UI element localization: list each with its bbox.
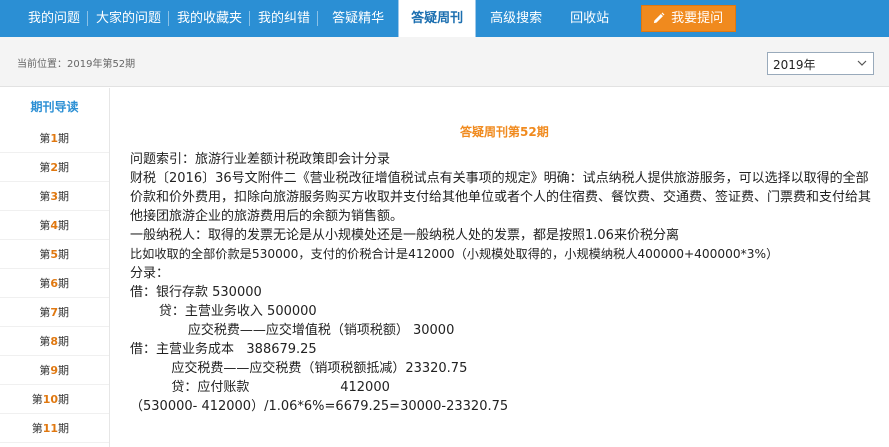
article-line: 借：主营业务成本 388679.25 [130, 342, 317, 357]
issue-sidebar: 期刊导读 第1期 第2期 第3期 第4期 第5期 第6期 第7期 第8期 第9期… [0, 88, 110, 447]
year-select[interactable]: 2019年 [767, 52, 874, 75]
article-line: 一般纳税人：取得的发票无论是从小规模处还是一般纳税人处的发票，都是按照1.06来… [130, 228, 679, 243]
ask-question-label: 我要提问 [671, 11, 724, 26]
sidebar-item-issue-1[interactable]: 第1期 [0, 124, 109, 153]
article-paragraph: 财税〔2016〕36号文附件二《营业税改征增值税试点有关事项的规定》明确：试点纳… [130, 171, 872, 224]
article-line: （530000- 412000）/1.06*6%=6679.25=30000-2… [130, 399, 509, 414]
article-line: 贷：主营业务收入 500000 [130, 304, 317, 319]
article-line: 应交税费——应交增值税（销项税额） 30000 [130, 323, 455, 338]
article-line: 借：银行存款 530000 [130, 285, 262, 300]
year-select-value: 2019年 [773, 58, 816, 72]
sidebar-item-issue-8[interactable]: 第8期 [0, 327, 109, 356]
sidebar-title: 期刊导读 [30, 100, 79, 114]
nav-qa-highlights[interactable]: 答疑精华 [318, 0, 398, 37]
ask-question-button[interactable]: 我要提问 [641, 5, 737, 32]
sidebar-item-issue-6[interactable]: 第6期 [0, 269, 109, 298]
article-line: 贷：应付账款 412000 [130, 380, 390, 395]
article-line: 分录： [130, 266, 170, 281]
sidebar-item-issue-11[interactable]: 第11期 [0, 414, 109, 443]
article-line: 应交税费——应交税费（销项税额抵减）23320.75 [130, 361, 468, 376]
sidebar-item-issue-5[interactable]: 第5期 [0, 240, 109, 269]
nav-qa-weekly[interactable]: 答疑周刊 [398, 0, 477, 37]
sidebar-item-issue-7[interactable]: 第7期 [0, 298, 109, 327]
pencil-icon [653, 12, 665, 24]
breadcrumb: 当前位置：2019年第52期 [17, 59, 136, 70]
nav-my-favorites[interactable]: 我的收藏夹 [169, 0, 251, 37]
nav-recycle-bin[interactable]: 回收站 [556, 0, 623, 37]
breadcrumb-bar: 当前位置：2019年第52期 [0, 37, 889, 87]
nav-my-corrections[interactable]: 我的纠错 [250, 0, 319, 37]
article-line: 比如收取的全部价款是530000，支付的价税合计是412000（小规模处取得的，… [130, 247, 779, 261]
sidebar-item-issue-3[interactable]: 第3期 [0, 182, 109, 211]
top-navigation: 我的问题 大家的问题 我的收藏夹 我的纠错 答疑精华 答疑周刊 高级搜索 回收站… [0, 0, 889, 37]
article-line: 问题索引：旅游行业差额计税政策即会计分录 [130, 152, 391, 167]
chevron-down-icon [857, 60, 867, 66]
nav-my-questions[interactable]: 我的问题 [20, 0, 89, 37]
sidebar-item-issue-9[interactable]: 第9期 [0, 356, 109, 385]
sidebar-item-issue-4[interactable]: 第4期 [0, 211, 109, 240]
nav-all-questions[interactable]: 大家的问题 [88, 0, 170, 37]
article-body: 问题索引：旅游行业差额计税政策即会计分录 财税〔2016〕36号文附件二《营业税… [130, 150, 875, 416]
sidebar-item-issue-10[interactable]: 第10期 [0, 385, 109, 414]
sidebar-item-issue-2[interactable]: 第2期 [0, 153, 109, 182]
issue-title: 答疑周刊第52期 [460, 125, 549, 139]
nav-advanced-search[interactable]: 高级搜索 [476, 0, 556, 37]
